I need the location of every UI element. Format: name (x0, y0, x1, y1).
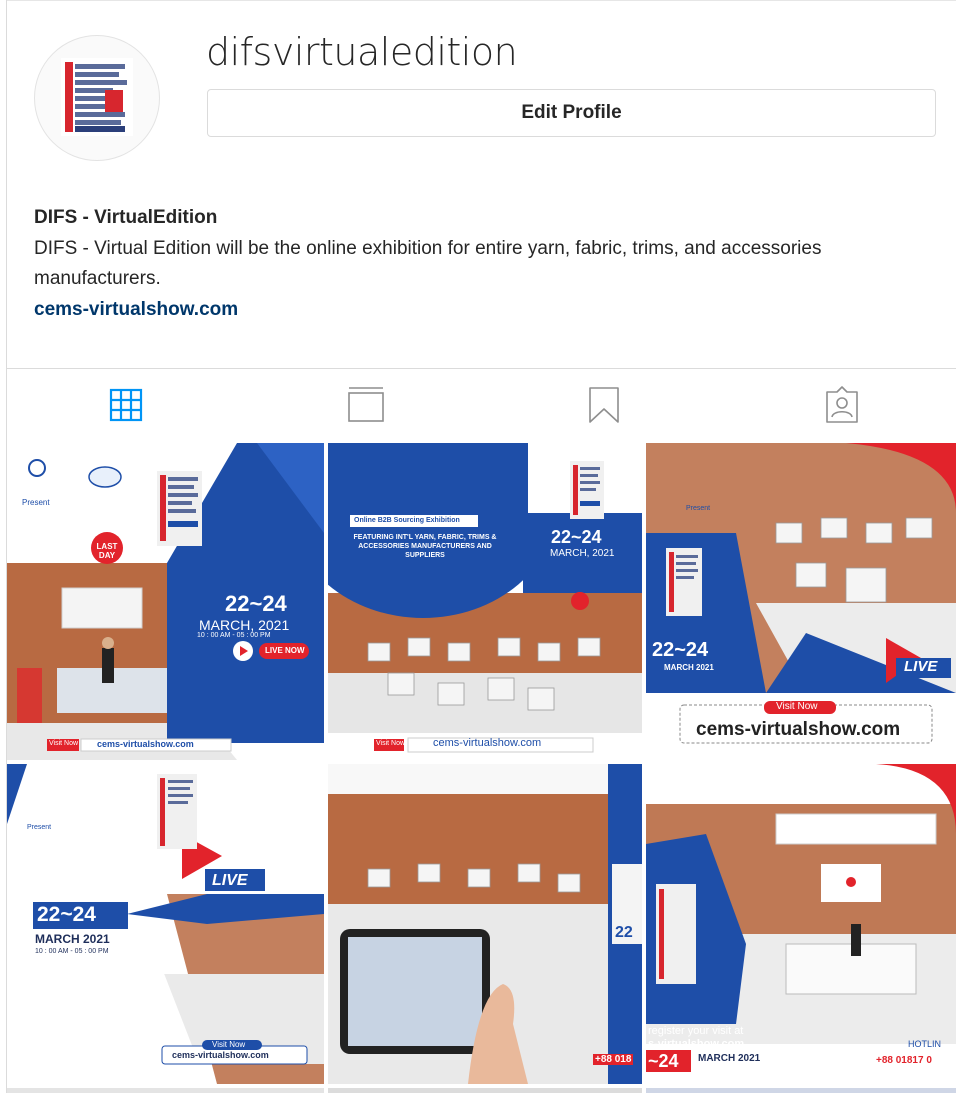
post-tile-5[interactable]: 22 MARC +88 018 (328, 764, 642, 1084)
profile-full-name: DIFS - VirtualEdition (34, 207, 218, 228)
post-6-register: register your visit at (648, 1025, 744, 1037)
post-6-url: s-virtualshow.com (648, 1038, 745, 1050)
post-3-date: 22~24 (652, 639, 709, 661)
post-4-visit-now: Visit Now (212, 1040, 246, 1049)
tab-posts[interactable] (96, 380, 156, 430)
post-2-month: MARCH, 2021 (550, 548, 615, 559)
post-6-hotline: +88 01817 0 (876, 1055, 932, 1066)
post-4-month: MARCH 2021 (35, 932, 110, 946)
post-2-visit-now: Visit Now (376, 740, 406, 747)
post-2-image (328, 443, 642, 760)
edit-profile-button[interactable]: Edit Profile (207, 89, 936, 137)
difs-logo-icon (61, 58, 133, 136)
post-2-url: cems-virtualshow.com (433, 737, 542, 749)
post-6-hotline-label: HOTLIN (908, 1039, 942, 1049)
post-1-visit-now: Visit Now (49, 740, 79, 747)
post-5-image (328, 764, 642, 1084)
post-3-live-badge: LIVE (904, 658, 938, 675)
post-3-url: cems-virtualshow.com (696, 719, 901, 740)
post-tile-2[interactable]: Online B2B Sourcing Exhibition FEATURING… (328, 443, 642, 760)
post-5-month: MARC (615, 944, 642, 955)
profile-description: DIFS - Virtual Edition will be the onlin… (34, 238, 822, 289)
post-1-live-badge: LIVE NOW (265, 646, 305, 655)
post-1-month: MARCH, 2021 (199, 617, 290, 633)
post-2-header: Online B2B Sourcing Exhibition (354, 517, 460, 524)
post-tile-7[interactable] (7, 1088, 324, 1093)
post-2-date: 22~24 (551, 527, 602, 547)
tab-saved[interactable] (574, 380, 634, 430)
tagged-user-icon (826, 386, 858, 423)
bookmark-icon (589, 387, 619, 423)
post-1-url: cems-virtualshow.com (97, 739, 194, 749)
tabs-divider (6, 368, 956, 369)
grid-icon (109, 388, 143, 422)
post-6-date: ~24 (648, 1051, 679, 1071)
post-4-present: Present (27, 824, 52, 831)
tab-tagged[interactable] (812, 380, 872, 430)
post-3-visit-now: Visit Now (776, 701, 818, 712)
post-tile-3[interactable]: Present 22~24 MARCH 2021 LIVE Visit Now … (646, 443, 956, 760)
post-4-time: 10 : 00 AM - 05 : 00 PM (35, 948, 109, 955)
tv-icon (348, 387, 384, 422)
post-1-last-day: LAST DAY (96, 542, 118, 560)
post-tile-9[interactable] (646, 1088, 956, 1093)
post-tile-1[interactable]: Present LAST DAY 22~24 MARCH, 2021 10 : … (7, 443, 324, 760)
frame-top-border (6, 0, 956, 1)
post-1-date: 22~24 (225, 591, 287, 616)
post-2-featuring: FEATURING INT'L YARN, FABRIC, TRIMS & AC… (353, 534, 497, 559)
post-6-month: MARCH 2021 (698, 1053, 761, 1064)
post-5-hotline: +88 018 (593, 1054, 634, 1065)
post-1-present: Present (22, 498, 50, 507)
post-1-time: 10 : 00 AM - 05 : 00 PM (197, 632, 271, 639)
profile-avatar[interactable] (34, 35, 160, 161)
post-4-url: cems-virtualshow.com (172, 1050, 269, 1060)
profile-username: difsvirtualedition (206, 30, 518, 74)
post-3-month: MARCH 2021 (664, 663, 714, 672)
post-tile-6[interactable]: register your visit at s-virtualshow.com… (646, 764, 956, 1084)
post-3-present: Present (686, 505, 711, 512)
post-3-image (646, 443, 956, 760)
tab-igtv[interactable] (336, 380, 396, 430)
post-5-date: 22 (615, 924, 633, 941)
post-4-live-badge: LIVE (212, 872, 248, 889)
post-tile-4[interactable]: Present LIVE 22~24 MARCH 2021 10 : 00 AM… (7, 764, 324, 1084)
profile-website-link[interactable]: cems-virtualshow.com (34, 297, 914, 323)
post-tile-8[interactable] (328, 1088, 642, 1093)
profile-bio: DIFS - VirtualEdition DIFS - Virtual Edi… (34, 205, 914, 323)
post-4-date: 22~24 (37, 903, 96, 926)
